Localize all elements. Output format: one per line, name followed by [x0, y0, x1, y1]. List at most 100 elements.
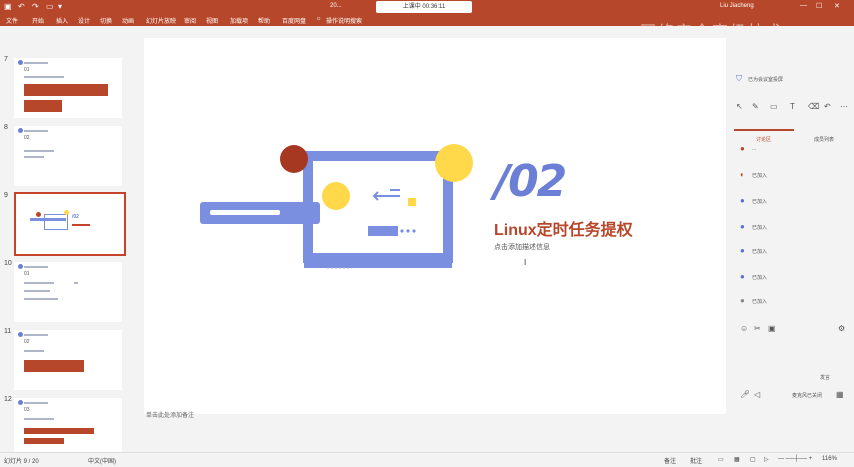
panel-header: 已为会议室投屏	[748, 77, 784, 83]
message: 已加入	[752, 173, 768, 179]
slide[interactable]: /02 Linux定时任务提权 点击添加描述信息 I	[144, 38, 726, 414]
search-hint[interactable]: 操作说明搜索	[326, 16, 362, 25]
message: ...	[752, 146, 757, 152]
slide-thumbnail[interactable]: 01	[14, 262, 122, 322]
tab-animations[interactable]: 动画	[122, 16, 134, 25]
shield-icon: ⛉	[736, 74, 742, 83]
message: 已加入	[752, 299, 768, 305]
undo-icon[interactable]: ↶	[824, 102, 831, 111]
slide-thumbnail-selected[interactable]: /02	[14, 192, 126, 256]
slideshow-view-icon[interactable]: ▷	[764, 456, 769, 463]
rectangle-icon[interactable]: ▭	[770, 102, 778, 111]
avatar: ●	[740, 296, 745, 305]
message: 已加入	[752, 275, 768, 281]
notes-placeholder[interactable]: 单击此处添加备注	[146, 410, 194, 419]
customize-icon[interactable]: ▾	[58, 2, 62, 11]
mic-status: 麦克风已关闭	[792, 393, 823, 399]
speaker-button[interactable]: 发言	[820, 374, 830, 381]
file-name: 20...	[330, 3, 342, 9]
avatar: ◐	[740, 170, 745, 179]
tab-home[interactable]: 开始	[32, 16, 44, 25]
tab-addins[interactable]: 加载项	[230, 16, 248, 25]
zoom-slider[interactable]: — ──┼── +	[778, 456, 812, 462]
pointer-icon[interactable]: ↖	[736, 102, 743, 111]
message: 已加入	[752, 225, 768, 231]
layout-icon[interactable]: ▦	[836, 390, 844, 399]
save-icon[interactable]: ▣	[4, 2, 12, 11]
tab-baidu[interactable]: 百度网盘	[282, 16, 306, 25]
button-rect	[368, 226, 398, 236]
minimize-icon[interactable]: —	[800, 2, 807, 9]
tab-insert[interactable]: 插入	[56, 16, 68, 25]
input-bar-line	[210, 210, 280, 215]
settings-icon[interactable]: ⚙	[838, 324, 845, 333]
tab-transitions[interactable]: 切换	[100, 16, 112, 25]
maximize-icon[interactable]: ☐	[816, 2, 822, 10]
slide-number: 10	[4, 260, 12, 267]
slide-thumbnail-panel[interactable]: 7 01 8 02 9 /02 10 01 11 02 12 03	[0, 26, 130, 458]
present-icon[interactable]: ▭	[46, 2, 54, 11]
slide-number: 9	[4, 192, 8, 199]
slide-number: 8	[4, 124, 8, 131]
tab-indicator	[734, 129, 794, 131]
microphone-icon[interactable]: 🎤︎	[740, 390, 750, 399]
speaker-icon[interactable]: ◁	[754, 390, 760, 399]
slide-thumbnail[interactable]: 01	[14, 58, 122, 118]
meeting-panel: ⛉ 已为会议室投屏 ↖ ✎ ▭ T ⌫ ↶ ⋯ 讨论区 成员列表 ● ... ◐…	[730, 26, 854, 452]
zoom-level[interactable]: 116%	[822, 456, 837, 462]
yellow-circle-large	[435, 144, 473, 182]
avatar: ●	[740, 272, 745, 281]
message: 已加入	[752, 199, 768, 205]
slide-thumbnail[interactable]: 03	[14, 398, 122, 458]
title-bar: ▣ ↶ ↷ ▭ ▾ 20... 上课中 00:36:11 Liu Jiachen…	[0, 0, 854, 14]
avatar: ●	[740, 144, 745, 153]
language-status[interactable]: 中文(中国)	[88, 456, 116, 465]
slide-number-title[interactable]: /02	[494, 156, 567, 207]
message: 已加入	[752, 249, 768, 255]
slide-illustration	[200, 144, 473, 269]
close-icon[interactable]: ✕	[834, 2, 840, 10]
sorter-view-icon[interactable]: ▦	[734, 456, 740, 463]
slide-number: 12	[4, 396, 12, 403]
avatar: ●	[740, 246, 745, 255]
tab-members[interactable]: 成员列表	[814, 136, 834, 143]
avatar: ●	[740, 196, 745, 205]
more-icon[interactable]: ⋯	[840, 102, 848, 111]
avatar: ●	[740, 222, 745, 231]
slide-number: 11	[4, 328, 12, 335]
eraser-icon[interactable]: ⌫	[808, 102, 819, 111]
yellow-square	[408, 198, 416, 206]
scissors-icon[interactable]: ✂	[754, 324, 761, 333]
text-cursor-icon: I	[524, 258, 527, 267]
redo-icon[interactable]: ↷	[32, 2, 39, 11]
reading-view-icon[interactable]: ▢	[750, 456, 756, 463]
tab-file[interactable]: 文件	[6, 16, 18, 25]
yellow-circle-small	[322, 182, 350, 210]
status-bar: 幻灯片 9 / 20 中文(中国) 备注 批注 ▭ ▦ ▢ ▷ — ──┼── …	[0, 452, 854, 467]
tab-discussion[interactable]: 讨论区	[756, 136, 771, 143]
undo-icon[interactable]: ↶	[18, 2, 25, 11]
slide-title[interactable]: Linux定时任务提权	[494, 216, 633, 240]
lightbulb-icon: ☼	[316, 16, 322, 22]
notes-button[interactable]: 备注	[664, 456, 676, 465]
tab-review[interactable]: 审阅	[184, 16, 196, 25]
class-timer[interactable]: 上课中 00:36:11	[376, 1, 472, 13]
red-circle	[280, 145, 308, 173]
tab-design[interactable]: 设计	[78, 16, 90, 25]
user-name[interactable]: Liu Jiacheng	[720, 3, 754, 9]
tab-help[interactable]: 帮助	[258, 16, 270, 25]
slide-position: 幻灯片 9 / 20	[4, 459, 39, 465]
slide-thumbnail[interactable]: 02	[14, 330, 122, 390]
comments-button[interactable]: 批注	[690, 456, 702, 465]
slide-number: 7	[4, 56, 8, 63]
emoji-icon[interactable]: ☺	[740, 324, 748, 333]
image-icon[interactable]: ▣	[768, 324, 776, 333]
monitor-stand	[304, 256, 452, 268]
pen-icon[interactable]: ✎	[752, 102, 759, 111]
tab-slideshow[interactable]: 幻灯片放映	[146, 16, 176, 25]
slide-thumbnail[interactable]: 02	[14, 126, 122, 186]
normal-view-icon[interactable]: ▭	[718, 456, 724, 463]
text-icon[interactable]: T	[790, 102, 795, 111]
tab-view[interactable]: 视图	[206, 16, 218, 25]
slide-subtitle[interactable]: 点击添加描述信息	[494, 242, 550, 252]
